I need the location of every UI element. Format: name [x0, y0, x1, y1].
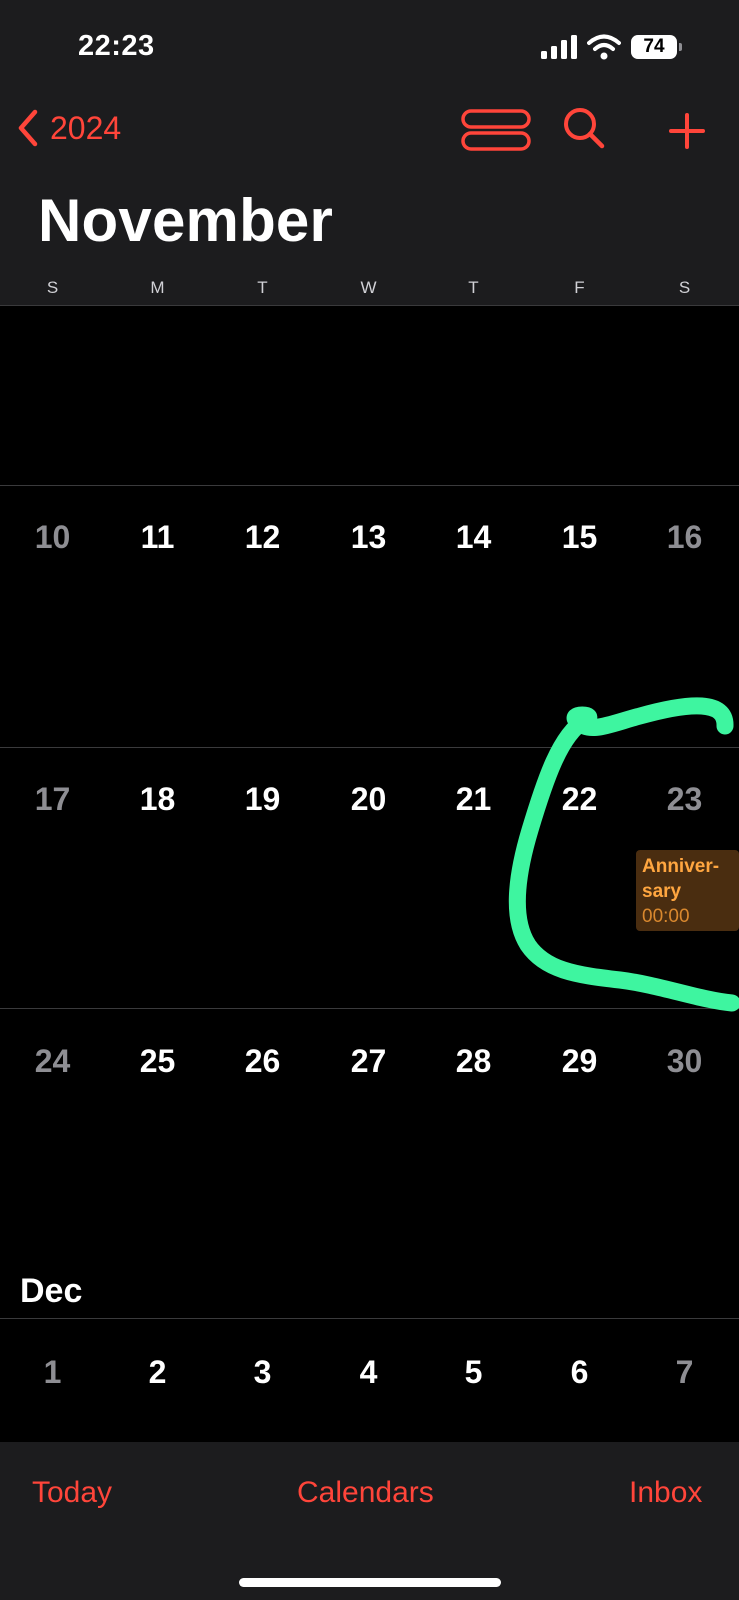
annotation-scribble [508, 697, 739, 1012]
today-button[interactable]: Today [32, 1476, 112, 1510]
tab-bar: Today Calendars Inbox [0, 1442, 739, 1600]
home-indicator[interactable] [239, 1578, 501, 1587]
calendars-button[interactable]: Calendars [297, 1476, 434, 1510]
inbox-button[interactable]: Inbox [629, 1476, 702, 1510]
